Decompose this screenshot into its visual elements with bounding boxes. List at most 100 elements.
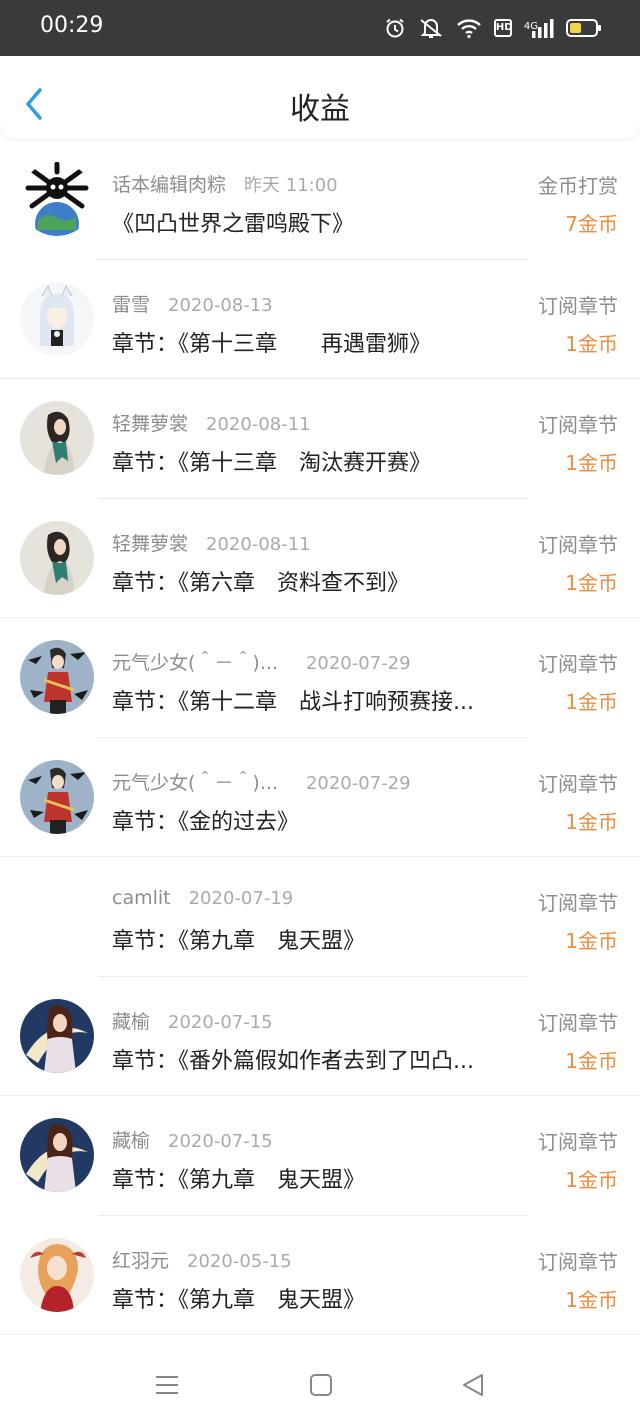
user-name: 红羽元 2020-05-15 (112, 1246, 292, 1273)
user-name-text: 元气少女(＾－＾)... (112, 652, 278, 674)
chapter-title: 章节：《第十二章 战斗打响预赛接... (112, 690, 474, 715)
list-item[interactable]: 藏榆 2020-07-15 章节：《第九章 鬼天盟》 订阅章节 1金币 (0, 1096, 640, 1216)
user-name: 元气少女(＾－＾)... 2020-07-29 (112, 648, 411, 675)
income-type: 订阅章节 (538, 1130, 618, 1154)
income-type: 订阅章节 (538, 652, 618, 676)
coin-amount: 1金币 (565, 690, 618, 714)
menu-icon (156, 1376, 178, 1394)
user-name-text: 轻舞萝裳 (112, 413, 189, 435)
item-date: 2020-07-29 (305, 772, 411, 794)
income-type: 订阅章节 (538, 1249, 618, 1274)
avatar (20, 879, 94, 953)
coin-amount: 1金币 (565, 1168, 618, 1192)
item-date: 2020-08-13 (168, 294, 273, 316)
user-name: camlit 2020-07-19 (112, 887, 293, 909)
avatar (20, 1118, 94, 1192)
coin-amount: 1金币 (565, 809, 618, 834)
status-icons: HD 4G (384, 16, 602, 40)
wifi-icon (456, 17, 482, 39)
status-time: 00:29 (40, 13, 104, 38)
list-item[interactable]: 藏榆 2020-07-15 章节：《番外篇假如作者去到了凹凸... 订阅章节 1金… (0, 977, 640, 1096)
list-item[interactable]: 轻舞萝裳 2020-08-11 章节：《第十三章 淘汰赛开赛》 订阅章节 1金币 (0, 379, 640, 499)
home-button[interactable] (306, 1370, 336, 1400)
triangle-back-icon (463, 1374, 483, 1396)
avatar (20, 759, 94, 834)
item-date: 2020-07-29 (305, 653, 411, 674)
system-nav-bar (0, 1348, 640, 1422)
user-name: 元气少女(＾－＾)... 2020-07-29 (112, 768, 411, 795)
chapter-title: 章节：《第十三章 淘汰赛开赛》 (112, 451, 432, 476)
user-name: 话本编辑肉粽 昨天 11:00 (112, 170, 338, 197)
chapter-title: 章节：《金的过去》 (112, 809, 300, 835)
user-name-text: 话本编辑肉粽 (112, 174, 227, 196)
income-type: 金币打赏 (538, 174, 618, 198)
list-item[interactable]: 话本编辑肉粽 昨天 11:00 《凹凸世界之雷鸣殿下》 金币打赏 7金币 (0, 140, 640, 260)
item-date: 2020-07-19 (188, 888, 294, 909)
user-name: 藏榆 2020-07-15 (112, 1007, 273, 1034)
mute-icon (418, 17, 444, 39)
avatar (20, 401, 94, 475)
user-name-text: 藏榆 (112, 1130, 151, 1152)
list-item[interactable]: 雷雪 2020-08-13 章节：《第十三章 再遇雷狮》 订阅章节 1金币 (0, 260, 640, 379)
coin-amount: 7金币 (565, 212, 618, 236)
chapter-title: 章节：《第九章 鬼天盟》 (112, 1287, 366, 1313)
user-name-text: 红羽元 (112, 1249, 170, 1272)
chapter-title: 章节：《第十三章 再遇雷狮》 (112, 331, 432, 357)
item-date: 昨天 11:00 (244, 175, 338, 196)
income-type: 订阅章节 (538, 413, 618, 437)
chapter-title: 章节：《第六章 资料查不到》 (112, 570, 410, 596)
list-item[interactable]: 红羽元 2020-05-15 章节：《第九章 鬼天盟》 订阅章节 1金币 (0, 1216, 640, 1335)
divider (0, 1334, 640, 1335)
user-name: 轻舞萝裳 2020-08-11 (112, 529, 311, 556)
coin-amount: 1金币 (565, 1048, 618, 1073)
user-name: 藏榆 2020-07-15 (112, 1126, 273, 1153)
earnings-list: 话本编辑肉粽 昨天 11:00 《凹凸世界之雷鸣殿下》 金币打赏 7金币 雷雪 20… (0, 140, 640, 1335)
list-item[interactable]: 元气少女(＾－＾)... 2020-07-29 章节：《第十二章 战斗打响预赛接.… (0, 618, 640, 738)
avatar (20, 998, 94, 1073)
list-item[interactable]: 元气少女(＾－＾)... 2020-07-29 章节：《金的过去》 订阅章节 1金… (0, 738, 640, 857)
user-name: 轻舞萝裳 2020-08-11 (112, 409, 311, 436)
user-name-text: camlit (112, 887, 171, 909)
income-type: 订阅章节 (538, 771, 618, 796)
system-back-button[interactable] (458, 1370, 488, 1400)
chapter-title: 章节：《番外篇假如作者去到了凹凸... (112, 1048, 474, 1074)
alarm-icon (384, 17, 406, 39)
list-item[interactable]: 轻舞萝裳 2020-08-11 章节：《第六章 资料查不到》 订阅章节 1金币 (0, 499, 640, 618)
coin-amount: 1金币 (565, 929, 618, 953)
user-name: 雷雪 2020-08-13 (112, 290, 273, 317)
coin-amount: 1金币 (565, 570, 618, 595)
item-date: 2020-07-15 (168, 1011, 273, 1033)
chapter-title: 《凹凸世界之雷鸣殿下》 (112, 212, 355, 237)
item-date: 2020-08-11 (206, 414, 311, 435)
hd-badge: HD (493, 19, 513, 37)
item-date: 2020-07-15 (168, 1131, 273, 1152)
status-bar: 00:29 HD 4G (0, 0, 640, 56)
user-name-text: 轻舞萝裳 (112, 532, 189, 555)
avatar (20, 1237, 94, 1312)
income-type: 订阅章节 (538, 1010, 618, 1035)
app-header: 收益 (0, 56, 640, 138)
income-type: 订阅章节 (538, 532, 618, 557)
avatar (20, 520, 94, 595)
coin-amount: 1金币 (565, 451, 618, 475)
avatar (20, 281, 94, 356)
income-type: 订阅章节 (538, 293, 618, 318)
user-name-text: 元气少女(＾－＾)... (112, 771, 278, 794)
chapter-title: 章节：《第九章 鬼天盟》 (112, 1168, 366, 1193)
avatar (20, 162, 94, 236)
list-item[interactable]: camlit 2020-07-19 章节：《第九章 鬼天盟》 订阅章节 1金币 (0, 857, 640, 977)
item-date: 2020-05-15 (187, 1250, 292, 1272)
home-square-icon (310, 1374, 332, 1396)
cell-signal: 4G (524, 17, 554, 39)
page-title: 收益 (290, 92, 350, 127)
network-type: 4G (523, 21, 538, 32)
item-date: 2020-08-11 (206, 533, 311, 555)
user-name-text: 藏榆 (112, 1010, 151, 1033)
chapter-title: 章节：《第九章 鬼天盟》 (112, 929, 366, 954)
user-name-text: 雷雪 (112, 293, 151, 316)
menu-button[interactable] (152, 1370, 182, 1400)
coin-amount: 1金币 (565, 1287, 618, 1312)
battery-icon (566, 17, 602, 39)
income-type: 订阅章节 (538, 891, 618, 915)
avatar (20, 640, 94, 714)
